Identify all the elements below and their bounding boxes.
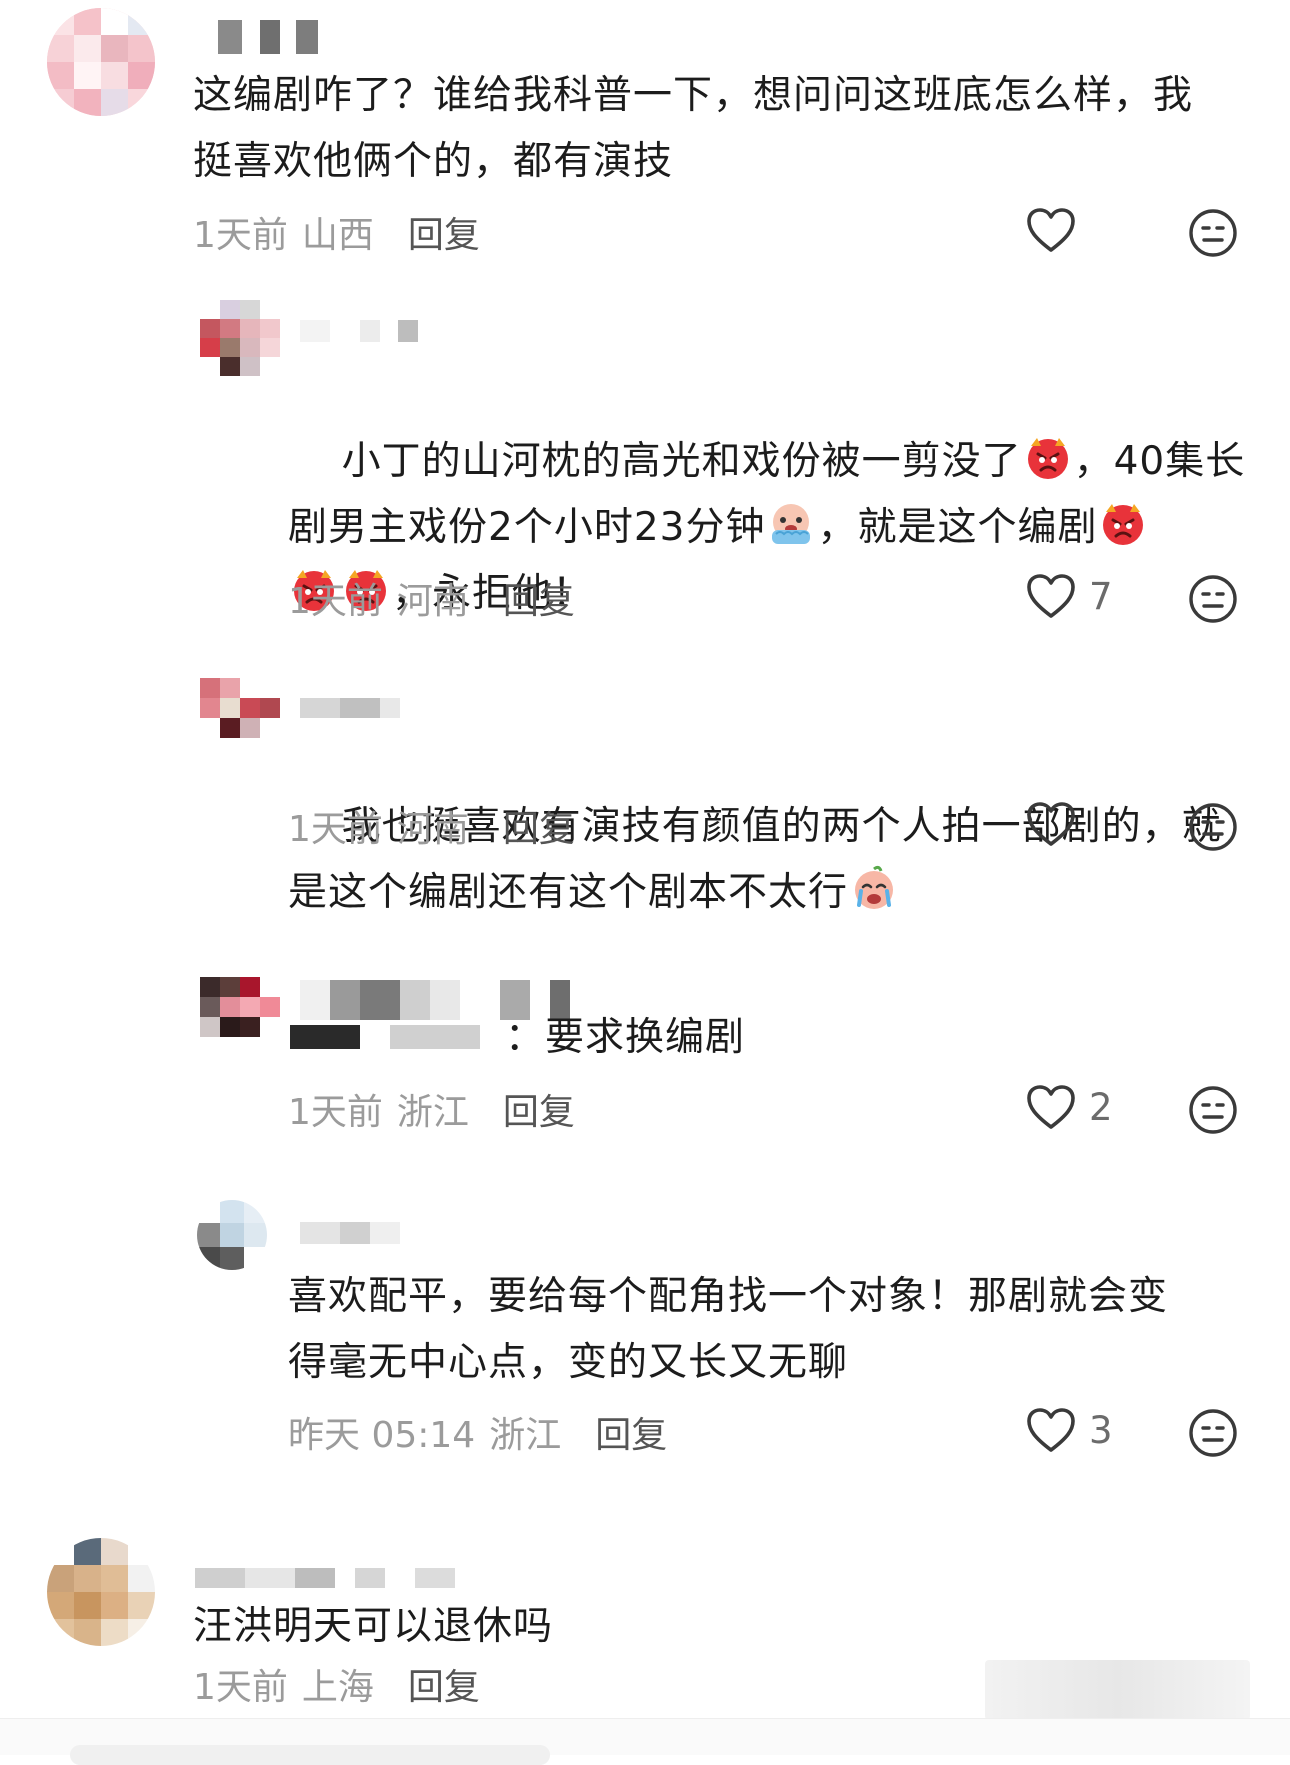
comment-time: 昨天 05:14 <box>288 1415 476 1456</box>
comment-time: 1天前 <box>288 581 383 622</box>
like-count: 2 <box>1089 1085 1113 1129</box>
avatar[interactable] <box>47 8 155 116</box>
crying-emoji <box>849 863 899 913</box>
heart-outline-icon <box>1027 574 1075 618</box>
comment-location: 山西 <box>301 215 374 256</box>
comment-text: 喜欢配平，要给每个配角找一个对象！那剧就会变 得毫无中心点，变的又长又无聊 <box>288 1274 1169 1385</box>
like-count: 3 <box>1089 1408 1113 1452</box>
neutral-face-icon <box>1189 1086 1237 1134</box>
dislike-button[interactable] <box>1188 802 1238 856</box>
comment-item: 这编剧咋了？谁给我科普一下，想问问这班底怎么样，我 挺喜欢他俩个的，都有演技 1… <box>0 0 1290 270</box>
reply-button[interactable]: 回复 <box>503 572 575 624</box>
heart-outline-icon <box>1027 802 1075 846</box>
comment-meta: 1天前 河南 回复 <box>288 572 575 624</box>
reply-target-redacted <box>290 1025 520 1049</box>
angry-devil-emoji <box>1098 498 1148 548</box>
comment-location: 上海 <box>301 1667 374 1708</box>
avatar[interactable] <box>200 977 280 1037</box>
comment-meta: 1天前 浙江 回复 <box>288 1083 575 1135</box>
comment-time: 1天前 <box>288 809 383 850</box>
comment-time: 1天前 <box>288 1092 383 1133</box>
avatar[interactable] <box>197 1200 267 1270</box>
like-button[interactable]: 7 <box>1025 572 1113 620</box>
reply-button[interactable]: 回复 <box>503 800 575 852</box>
neutral-face-icon <box>1189 209 1237 257</box>
comment-meta: 1天前 山西 回复 <box>193 206 480 258</box>
comment-text: 汪洪明天可以退休吗 <box>193 1604 554 1649</box>
reply-button[interactable]: 回复 <box>408 1658 480 1710</box>
comment-location: 河南 <box>396 581 469 622</box>
like-button[interactable]: 3 <box>1025 1406 1113 1454</box>
reply-button[interactable]: 回复 <box>503 1083 575 1135</box>
reply-item: ：要求换编剧 1天前 浙江 回复 2 <box>0 975 1290 1175</box>
dislike-button[interactable] <box>1188 208 1238 262</box>
reply-button[interactable]: 回复 <box>408 206 480 258</box>
comment-location: 河南 <box>396 809 469 850</box>
reply-button[interactable]: 回复 <box>595 1406 667 1458</box>
comment-text-part: 小丁的山河枕的高光和戏份被一剪没了 <box>341 439 1022 484</box>
comment-text: 我也挺喜欢有演技有颜值的两个人拍一部剧的，就 是这个编剧还有这个剧本不太行 <box>288 728 1248 992</box>
comment-meta: 1天前 上海 回复 <box>193 1658 480 1710</box>
comment-text: 这编剧咋了？谁给我科普一下，想问问这班底怎么样，我 挺喜欢他俩个的，都有演技 <box>193 73 1194 184</box>
comment-meta: 昨天 05:14 浙江 回复 <box>288 1406 667 1458</box>
angry-devil-emoji <box>1023 432 1073 482</box>
like-count: 7 <box>1089 574 1113 618</box>
username-redacted[interactable] <box>300 1222 410 1244</box>
like-button[interactable] <box>1025 800 1077 848</box>
username-redacted[interactable] <box>195 1568 465 1588</box>
neutral-face-icon <box>1189 575 1237 623</box>
comment-text: ：要求换编剧 <box>505 1015 746 1060</box>
blurred-region <box>985 1660 1250 1720</box>
comment-location: 浙江 <box>489 1415 562 1456</box>
reply-item: 喜欢配平，要给每个配角找一个对象！那剧就会变 得毫无中心点，变的又长又无聊 昨天… <box>0 1198 1290 1468</box>
comment-text-part: ，就是这个编剧 <box>817 505 1098 550</box>
reply-item: 我也挺喜欢有演技有颜值的两个人拍一部剧的，就 是这个编剧还有这个剧本不太行 1天… <box>0 670 1290 930</box>
comment-input-placeholder[interactable] <box>70 1745 550 1765</box>
dislike-button[interactable] <box>1188 574 1238 628</box>
heart-outline-icon <box>1027 208 1075 252</box>
avatar[interactable] <box>200 678 280 738</box>
like-button[interactable]: 2 <box>1025 1083 1113 1131</box>
comment-time: 1天前 <box>193 1667 288 1708</box>
avatar[interactable] <box>200 300 280 376</box>
comment-text: 小丁的山河枕的高光和戏份被一剪没了 ，40集长 剧男主戏份2个小时23分钟 ，就是这… <box>288 363 1248 693</box>
avatar[interactable] <box>47 1538 155 1646</box>
comment-meta: 1天前 河南 回复 <box>288 800 575 852</box>
heart-outline-icon <box>1027 1085 1075 1129</box>
username-redacted[interactable] <box>218 20 318 54</box>
heart-outline-icon <box>1027 1408 1075 1452</box>
crying-emoji <box>766 498 816 548</box>
comment-time: 1天前 <box>193 215 288 256</box>
like-button[interactable] <box>1025 206 1077 254</box>
dislike-button[interactable] <box>1188 1408 1238 1462</box>
username-redacted[interactable] <box>300 698 410 718</box>
neutral-face-icon <box>1189 803 1237 851</box>
neutral-face-icon <box>1189 1409 1237 1457</box>
reply-item: 小丁的山河枕的高光和戏份被一剪没了 ，40集长 剧男主戏份2个小时23分钟 ，就是这… <box>0 290 1290 623</box>
comment-location: 浙江 <box>396 1092 469 1133</box>
dislike-button[interactable] <box>1188 1085 1238 1139</box>
username-redacted[interactable] <box>300 320 420 342</box>
